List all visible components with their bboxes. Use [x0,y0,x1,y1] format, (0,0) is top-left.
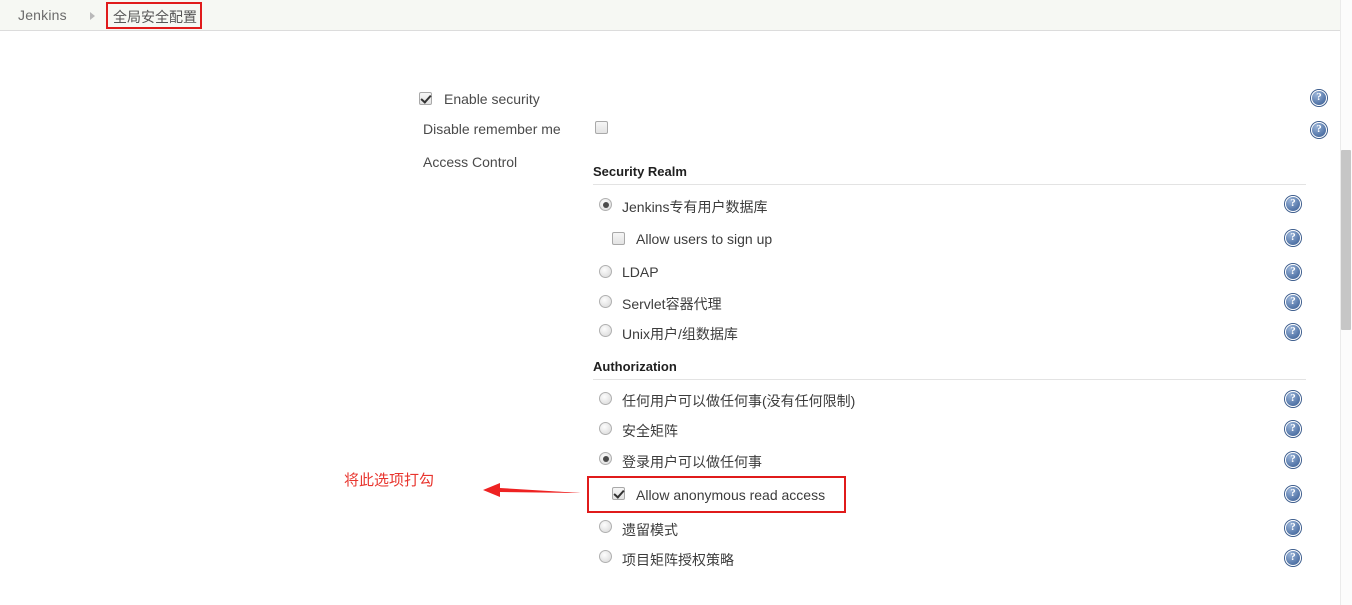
security-realm-radio-jenkins-db[interactable] [599,198,612,211]
help-question-icon[interactable] [1311,121,1327,138]
authorization-radio-matrix-security[interactable] [599,422,612,435]
authorization-option-label: 登录用户可以做任何事 [622,454,762,470]
help-question-icon[interactable] [1285,263,1301,280]
enable-security-checkbox[interactable] [419,92,432,105]
breadcrumb-bar: Jenkins 全局安全配置 [0,0,1340,31]
authorization-radio-logged-in-users-can-do-anything[interactable] [599,452,612,465]
vertical-scrollbar-track[interactable] [1340,0,1352,605]
breadcrumb-item-jenkins[interactable]: Jenkins [18,7,67,23]
help-question-icon[interactable] [1311,89,1327,106]
chevron-right-icon [90,12,95,20]
annotation-box-breadcrumb [106,2,202,29]
help-question-icon[interactable] [1285,420,1301,437]
help-question-icon[interactable] [1285,451,1301,468]
help-question-icon[interactable] [1285,293,1301,310]
help-question-icon[interactable] [1285,549,1301,566]
help-question-icon[interactable] [1285,485,1301,502]
authorization-radio-legacy-mode[interactable] [599,520,612,533]
allow-users-to-sign-up-checkbox[interactable] [612,232,625,245]
authorization-heading: Authorization [593,359,677,374]
authorization-option-label: 项目矩阵授权策略 [622,552,734,568]
security-realm-option-label: Jenkins专有用户数据库 [622,199,768,215]
help-question-icon[interactable] [1285,195,1301,212]
annotation-box-allow-anonymous [587,476,846,513]
disable-remember-me-label: Disable remember me [423,121,561,137]
section-divider [593,379,1306,380]
vertical-scrollbar-thumb[interactable] [1341,150,1351,330]
access-control-label: Access Control [423,154,518,170]
help-question-icon[interactable] [1285,229,1301,246]
security-realm-option-label: Unix用户/组数据库 [622,326,738,342]
allow-users-to-sign-up-label: Allow users to sign up [636,231,773,247]
enable-security-label: Enable security [444,91,540,107]
security-realm-heading: Security Realm [593,164,687,179]
help-question-icon[interactable] [1285,323,1301,340]
disable-remember-me-checkbox[interactable] [595,121,608,134]
security-realm-option-label: Servlet容器代理 [622,296,722,312]
help-question-icon[interactable] [1285,390,1301,407]
security-realm-radio-ldap[interactable] [599,265,612,278]
annotation-arrow-icon [483,483,581,497]
authorization-option-label: 安全矩阵 [622,423,678,439]
annotation-text: 将此选项打勾 [344,472,435,489]
authorization-radio-anyone-can-do-anything[interactable] [599,392,612,405]
authorization-radio-project-matrix[interactable] [599,550,612,563]
authorization-option-label: 任何用户可以做任何事(没有任何限制) [622,393,856,409]
security-realm-option-label: LDAP [622,264,659,280]
help-question-icon[interactable] [1285,519,1301,536]
security-realm-radio-servlet-container[interactable] [599,295,612,308]
authorization-option-label: 遗留模式 [622,522,678,538]
section-divider [593,184,1306,185]
security-realm-radio-unix-user-group[interactable] [599,324,612,337]
